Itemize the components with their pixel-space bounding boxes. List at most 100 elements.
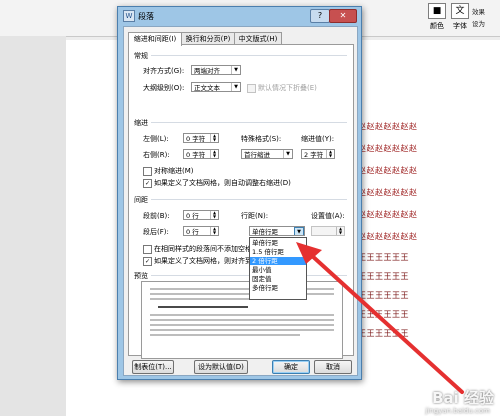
divider bbox=[151, 122, 347, 123]
spinner-arrows-icon[interactable]: ▲ ▼ bbox=[326, 150, 334, 158]
mirror-indents-checkbox[interactable] bbox=[143, 167, 152, 176]
line-spacing-option[interactable]: 多倍行距 bbox=[250, 284, 306, 292]
special-indent-value: 首行缩进 bbox=[244, 151, 270, 159]
tabs-button[interactable]: 制表位(T)... bbox=[132, 360, 174, 374]
chevron-down-icon: ▼ bbox=[283, 150, 292, 158]
preview-line bbox=[150, 334, 300, 336]
preview-box bbox=[141, 281, 343, 359]
space-before-value: 0 行 bbox=[186, 212, 199, 220]
help-button[interactable]: ? bbox=[310, 9, 330, 23]
spinner-arrows-icon[interactable]: ▲ ▼ bbox=[210, 211, 218, 219]
alignment-dropdown[interactable]: 两端对齐 ▼ bbox=[191, 65, 241, 75]
left-margin bbox=[0, 36, 66, 416]
doc-text: 王王王王王王 bbox=[358, 329, 409, 337]
doc-text: 赵赵赵赵赵赵赵 bbox=[358, 122, 418, 130]
spacing-heading: 间距 bbox=[134, 196, 148, 204]
paragraph-dialog: W 段落 ? ✕ 缩进和间距(I) 换行和分页(P) 中文版式(H) 常规 对齐… bbox=[117, 6, 362, 380]
doc-text: 王王王王王王 bbox=[358, 253, 409, 261]
doc-line: 赵赵赵赵赵赵赵 bbox=[358, 231, 500, 240]
collapse-checkbox[interactable] bbox=[247, 84, 256, 93]
tab-indents-spacing[interactable]: 缩进和间距(I) bbox=[128, 32, 182, 46]
preview-sample-line bbox=[158, 306, 248, 308]
left-indent-value: 0 字符 bbox=[186, 135, 206, 143]
doc-line: 赵赵赵赵赵赵赵 bbox=[358, 209, 500, 218]
indent-by-spinner[interactable]: 2 字符 ▲ ▼ bbox=[301, 149, 335, 159]
right-indent-label: 右侧(R): bbox=[143, 151, 170, 159]
preview-line bbox=[150, 324, 334, 326]
space-before-spinner[interactable]: 0 行 ▲ ▼ bbox=[183, 210, 219, 220]
chevron-down-icon[interactable]: ▼ bbox=[294, 227, 304, 235]
no-space-same-style-label: 在相同样式的段落间不添加空格(C) bbox=[154, 245, 263, 253]
set-default-ribbon-button[interactable]: 设为 bbox=[472, 18, 485, 28]
indent-by-label: 缩进值(Y): bbox=[301, 135, 335, 143]
close-button[interactable]: ✕ bbox=[329, 9, 357, 23]
font-button[interactable]: 文 字体 bbox=[447, 2, 473, 32]
doc-text: 王王王王王王 bbox=[358, 272, 409, 280]
space-after-value: 0 行 bbox=[186, 228, 199, 236]
spinner-arrows-icon[interactable]: ▲ ▼ bbox=[210, 134, 218, 142]
chevron-down-icon: ▼ bbox=[231, 66, 240, 74]
space-after-label: 段后(F): bbox=[143, 228, 169, 236]
font-label: 字体 bbox=[453, 22, 467, 30]
space-after-spinner[interactable]: 0 行 ▲ ▼ bbox=[183, 226, 219, 236]
left-indent-label: 左侧(L): bbox=[143, 135, 169, 143]
doc-text: 王王王王王王 bbox=[358, 291, 409, 299]
dialog-body: 缩进和间距(I) 换行和分页(P) 中文版式(H) 常规 对齐方式(G): 两端… bbox=[123, 26, 358, 376]
outline-level-dropdown[interactable]: 正文文本 ▼ bbox=[191, 82, 241, 92]
word-app-icon: W bbox=[123, 10, 135, 22]
special-indent-dropdown[interactable]: 首行缩进 ▼ bbox=[241, 149, 293, 159]
palette-icon: ■ bbox=[428, 3, 446, 19]
doc-text: 赵赵赵赵赵赵赵 bbox=[358, 210, 418, 218]
doc-text: 赵赵赵赵赵赵赵 bbox=[358, 188, 418, 196]
spacing-at-spinner[interactable]: ▲ ▼ bbox=[311, 226, 345, 236]
preview-line bbox=[150, 314, 334, 316]
spinner-arrows-icon[interactable]: ▲ ▼ bbox=[210, 150, 218, 158]
line-spacing-options: 单倍行距 1.5 倍行距 2 倍行距 最小值 固定值 多倍行距 bbox=[249, 237, 307, 300]
doc-line: 赵赵赵赵赵赵赵 bbox=[358, 143, 500, 152]
doc-line: 王王王王王王 bbox=[358, 328, 500, 337]
set-default-button[interactable]: 设为默认值(D) bbox=[194, 360, 248, 374]
auto-adjust-right-indent-checkbox[interactable]: ✓ bbox=[143, 179, 152, 188]
no-space-same-style-checkbox[interactable] bbox=[143, 245, 152, 254]
indent-heading: 缩进 bbox=[134, 119, 148, 127]
collapse-label: 默认情况下折叠(E) bbox=[258, 84, 317, 92]
doc-line: 王王王王王王 bbox=[358, 271, 500, 280]
ok-button[interactable]: 确定 bbox=[272, 360, 310, 374]
alignment-value: 两端对齐 bbox=[194, 67, 220, 75]
watermark-url: jingyan.baidu.com bbox=[425, 407, 490, 415]
snap-to-grid-checkbox[interactable]: ✓ bbox=[143, 257, 152, 266]
divider bbox=[151, 55, 347, 56]
chevron-down-icon: ▼ bbox=[231, 83, 240, 91]
dialog-title: 段落 bbox=[138, 12, 154, 21]
doc-line: 王王王王王王 bbox=[358, 309, 500, 318]
line-spacing-option[interactable]: 最小值 bbox=[250, 266, 306, 274]
line-spacing-dropdown[interactable]: 单倍行距 ▼ bbox=[249, 226, 305, 236]
right-indent-value: 0 字符 bbox=[186, 151, 206, 159]
doc-line: 赵赵赵赵赵赵赵 bbox=[358, 121, 500, 130]
outline-level-label: 大纲级别(O): bbox=[143, 84, 185, 92]
doc-text: 赵赵赵赵赵赵赵 bbox=[358, 232, 418, 240]
line-spacing-option[interactable]: 1.5 倍行距 bbox=[250, 248, 306, 256]
space-before-label: 段前(B): bbox=[143, 212, 170, 220]
divider bbox=[151, 199, 347, 200]
special-indent-label: 特殊格式(S): bbox=[241, 135, 282, 143]
indent-by-value: 2 字符 bbox=[304, 151, 324, 159]
line-spacing-option[interactable]: 单倍行距 bbox=[250, 239, 306, 247]
doc-text: 赵赵赵赵赵赵赵 bbox=[358, 144, 418, 152]
left-indent-spinner[interactable]: 0 字符 ▲ ▼ bbox=[183, 133, 219, 143]
spacing-at-label: 设置值(A): bbox=[311, 212, 345, 220]
line-spacing-option-selected[interactable]: 2 倍行距 bbox=[250, 257, 306, 265]
effects-button[interactable]: 效果 bbox=[472, 6, 485, 16]
doc-text: 王王王王王王 bbox=[358, 310, 409, 318]
cancel-button[interactable]: 取消 bbox=[314, 360, 352, 374]
line-spacing-option[interactable]: 固定值 bbox=[250, 275, 306, 283]
line-spacing-value: 单倍行距 bbox=[252, 228, 278, 236]
spinner-arrows-icon[interactable]: ▲ ▼ bbox=[210, 227, 218, 235]
preview-line bbox=[150, 319, 334, 321]
outline-level-value: 正文文本 bbox=[194, 84, 220, 92]
dialog-titlebar[interactable]: W 段落 ? ✕ bbox=[118, 7, 361, 25]
doc-text: 赵赵赵赵赵赵赵 bbox=[358, 166, 418, 174]
spinner-arrows-icon[interactable]: ▲ ▼ bbox=[336, 227, 344, 235]
right-indent-spinner[interactable]: 0 字符 ▲ ▼ bbox=[183, 149, 219, 159]
mirror-indents-label: 对称缩进(M) bbox=[154, 167, 194, 175]
